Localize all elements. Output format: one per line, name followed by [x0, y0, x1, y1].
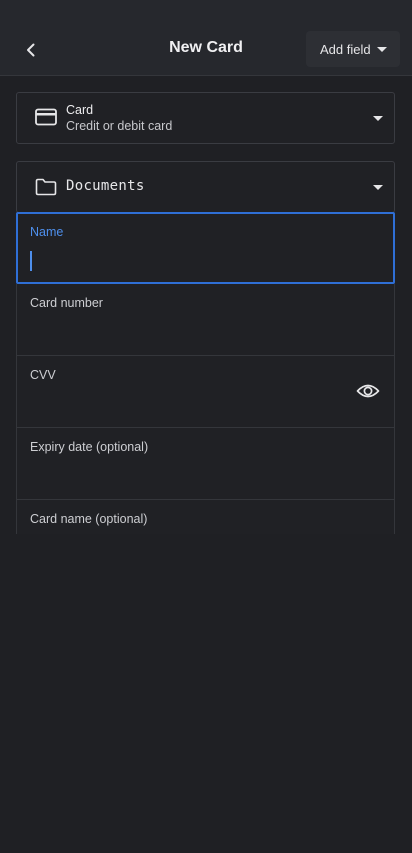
- caret-down-icon: [373, 185, 383, 190]
- item-type-subtitle: Credit or debit card: [66, 119, 173, 133]
- card-number-label: Card number: [30, 296, 103, 310]
- app-root: New Card Add field Card Credit or debit …: [0, 0, 412, 853]
- add-field-label: Add field: [320, 41, 371, 57]
- folder-select[interactable]: Documents: [16, 161, 395, 213]
- name-field-label: Name: [30, 225, 64, 239]
- folder-icon: [35, 178, 57, 196]
- card-number-field[interactable]: Card number: [16, 284, 395, 356]
- caret-down-icon: [376, 46, 387, 52]
- expiry-date-field[interactable]: Expiry date (optional): [16, 428, 395, 500]
- caret-down-icon: [373, 116, 383, 121]
- card-name-field[interactable]: Card name (optional): [16, 500, 395, 534]
- item-type-title: Card: [66, 103, 94, 117]
- eye-icon[interactable]: [356, 381, 380, 401]
- top-bar: New Card Add field: [0, 0, 412, 76]
- folder-label: Documents: [66, 178, 145, 194]
- item-type-select[interactable]: Card Credit or debit card: [16, 92, 395, 144]
- cvv-label: CVV: [30, 368, 56, 382]
- text-cursor: [30, 251, 32, 271]
- expiry-date-label: Expiry date (optional): [30, 440, 149, 454]
- name-field[interactable]: Name: [16, 212, 395, 284]
- cvv-field[interactable]: CVV: [16, 356, 395, 428]
- card-name-label: Card name (optional): [30, 512, 148, 526]
- credit-card-icon: [35, 108, 57, 126]
- add-field-button[interactable]: Add field: [306, 31, 400, 67]
